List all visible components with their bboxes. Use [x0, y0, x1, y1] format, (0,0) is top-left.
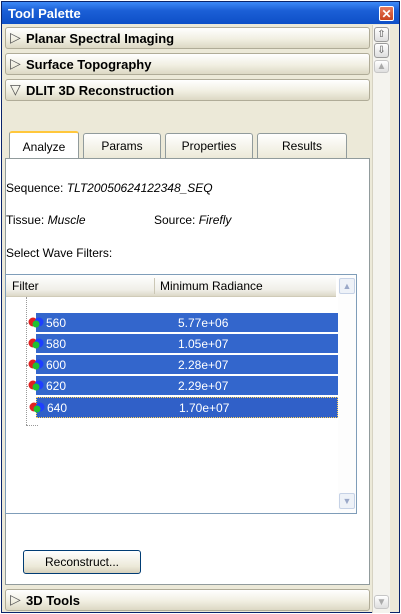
sequence-label: Sequence: — [6, 181, 64, 195]
section-3d-tools[interactable]: ▷ 3D Tools — [5, 589, 370, 611]
wave-filters-label: Select Wave Filters: — [6, 246, 113, 260]
filter-value: 620 — [46, 379, 67, 393]
column-header-filter[interactable]: Filter — [12, 279, 39, 293]
triangle-right-icon: ▷ — [10, 55, 21, 71]
radiance-value: 2.29e+07 — [178, 379, 229, 393]
table-row[interactable]: 640 1.70e+07 — [29, 397, 338, 418]
tree-line — [26, 297, 27, 425]
section-label: Surface Topography — [26, 57, 152, 72]
palette-scrollbar[interactable]: ⇧ ⇩ ▲ ▼ — [372, 25, 390, 613]
source-label: Source: — [154, 213, 196, 227]
radiance-value: 1.70e+07 — [179, 401, 230, 415]
filter-value: 640 — [47, 401, 68, 415]
radiance-value: 1.05e+07 — [178, 337, 229, 351]
tab-results[interactable]: Results — [257, 133, 347, 158]
triangle-right-icon: ▷ — [10, 29, 21, 45]
table-row[interactable]: 600 2.28e+07 — [28, 355, 338, 374]
section-planar-spectral-imaging[interactable]: ▷ Planar Spectral Imaging — [5, 27, 370, 49]
section-label: 3D Tools — [26, 593, 80, 608]
window-title: Tool Palette — [8, 6, 81, 21]
tissue-row: Tissue: Muscle — [6, 213, 86, 227]
source-row: Source: Firefly — [154, 213, 231, 227]
reconstruct-button[interactable]: Reconstruct... — [23, 550, 141, 574]
section-label: Planar Spectral Imaging — [26, 31, 175, 46]
sequence-row: Sequence: TLT20050624122348_SEQ — [6, 181, 213, 195]
rgb-filter-icon — [28, 317, 44, 328]
table-row[interactable]: 560 5.77e+06 — [28, 313, 338, 332]
sequence-value: TLT20050624122348_SEQ — [66, 181, 213, 195]
scroll-up-icon[interactable]: ⇧ — [374, 27, 389, 42]
chevron-up-icon[interactable]: ▲ — [339, 278, 355, 294]
chevron-down-icon[interactable]: ▼ — [339, 493, 355, 509]
listview-scrollbar[interactable]: ▲ ▼ — [338, 275, 356, 513]
rgb-filter-icon — [28, 380, 44, 391]
listview-header: Filter Minimum Radiance — [6, 275, 336, 297]
triangle-right-icon: ▷ — [10, 591, 21, 607]
section-dlit-3d-reconstruction[interactable]: ▽ DLIT 3D Reconstruction — [5, 79, 370, 101]
section-label: DLIT 3D Reconstruction — [26, 83, 175, 98]
column-divider[interactable] — [154, 278, 155, 294]
tissue-label: Tissue: — [6, 213, 45, 227]
chevron-down-icon[interactable]: ▼ — [374, 595, 389, 609]
tab-analyze[interactable]: Analyze — [9, 131, 79, 158]
tab-params[interactable]: Params — [83, 133, 161, 158]
filter-value: 600 — [46, 358, 67, 372]
table-row[interactable]: 620 2.29e+07 — [28, 376, 338, 395]
radiance-value: 5.77e+06 — [178, 316, 229, 330]
radiance-value: 2.28e+07 — [178, 358, 229, 372]
tab-label: Properties — [181, 139, 237, 153]
tissue-value: Muscle — [47, 213, 86, 227]
rgb-filter-icon — [28, 359, 44, 370]
tree-branch — [26, 425, 38, 426]
column-header-minimum-radiance[interactable]: Minimum Radiance — [160, 279, 263, 293]
rgb-filter-icon — [28, 338, 44, 349]
close-icon[interactable]: ✕ — [379, 6, 394, 21]
section-surface-topography[interactable]: ▷ Surface Topography — [5, 53, 370, 75]
source-value: Firefly — [198, 213, 232, 227]
filter-value: 580 — [46, 337, 67, 351]
filter-listview[interactable]: Filter Minimum Radiance 560 5.77e+06 580… — [5, 274, 357, 514]
tool-palette-window: Tool Palette ✕ ▷ Planar Spectral Imaging… — [1, 1, 400, 613]
tab-label: Results — [281, 139, 322, 153]
table-row[interactable]: 580 1.05e+07 — [28, 334, 338, 353]
tab-label: Params — [101, 139, 143, 153]
tab-label: Analyze — [22, 140, 66, 154]
scroll-down-icon[interactable]: ⇩ — [374, 43, 389, 58]
triangle-down-icon: ▽ — [10, 81, 21, 97]
title-bar[interactable]: Tool Palette ✕ — [2, 2, 399, 24]
tab-properties[interactable]: Properties — [165, 133, 253, 158]
rgb-filter-icon — [29, 402, 45, 413]
filter-value: 560 — [46, 316, 67, 330]
chevron-up-icon[interactable]: ▲ — [374, 60, 389, 73]
